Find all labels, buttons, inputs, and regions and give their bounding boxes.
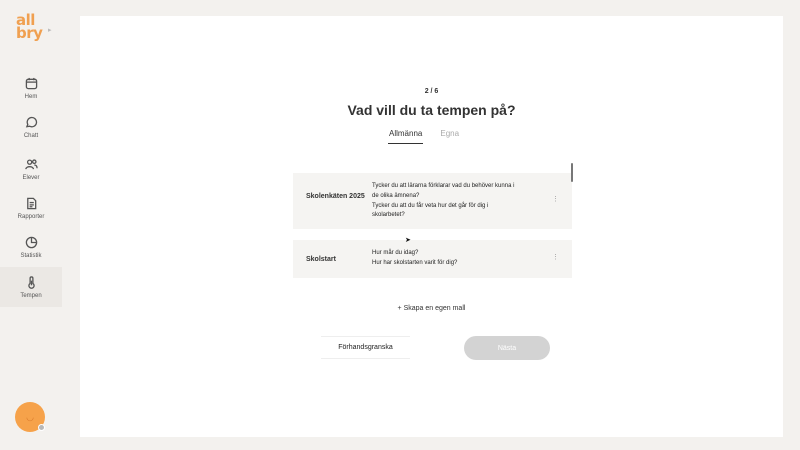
sidebar-item-label: Hem bbox=[24, 93, 38, 100]
more-options-icon[interactable]: ⋮ bbox=[552, 195, 559, 203]
report-icon bbox=[26, 197, 36, 209]
avatar[interactable]: ◡ bbox=[15, 402, 45, 432]
create-template-link[interactable]: + Skapa en egen mall bbox=[80, 305, 783, 312]
thermometer-icon bbox=[27, 275, 35, 289]
avatar-face-icon: ◡ bbox=[26, 411, 34, 422]
scrollbar[interactable] bbox=[571, 163, 573, 182]
sidebar-item-statistik[interactable]: Statistik bbox=[0, 227, 62, 267]
sidebar-item-hem[interactable]: Hem bbox=[0, 68, 62, 108]
sidebar-item-label: Rapporter bbox=[17, 213, 45, 220]
sidebar-item-label: Chatt bbox=[23, 132, 39, 139]
tabs: Allmänna Egna bbox=[388, 127, 460, 144]
preview-button[interactable]: Förhandsgranska bbox=[321, 336, 410, 359]
calendar-icon bbox=[25, 77, 37, 89]
template-question: Tycker du att du får veta hur det går fö… bbox=[372, 202, 489, 219]
mouse-cursor-icon: ➤ bbox=[405, 237, 411, 244]
template-name: Skolenkäten 2025 bbox=[306, 193, 365, 200]
tab-egna[interactable]: Egna bbox=[439, 127, 460, 144]
next-button[interactable]: Nästa bbox=[464, 336, 550, 360]
template-card[interactable]: Skolstart Hur mår du idag? Hur har skols… bbox=[293, 240, 572, 278]
pie-chart-icon bbox=[25, 236, 37, 248]
step-indicator: 2 / 6 bbox=[424, 88, 439, 95]
sidebar-item-rapporter[interactable]: Rapporter bbox=[0, 188, 62, 228]
template-questions: Tycker du att lärarna förklarar vad du b… bbox=[372, 182, 517, 221]
sidebar-item-label: Statistik bbox=[20, 252, 42, 259]
main-panel: 2 / 6 Vad vill du ta tempen på? Allmänna… bbox=[80, 16, 783, 437]
template-question: Tycker du att lärarna förklarar vad du b… bbox=[372, 183, 515, 199]
status-dot bbox=[38, 424, 45, 431]
template-questions: Hur mår du idag? Hur har skolstarten var… bbox=[372, 249, 517, 269]
sidebar-item-chatt[interactable]: Chatt bbox=[0, 107, 62, 147]
users-icon bbox=[24, 158, 38, 169]
page-title: Vad vill du ta tempen på? bbox=[347, 102, 516, 118]
template-question: Hur har skolstarten varit för dig? bbox=[372, 259, 458, 266]
sidebar: all bry ▸ Hem Chatt Elever Rapporter Sta… bbox=[0, 0, 62, 450]
more-options-icon[interactable]: ⋮ bbox=[552, 253, 559, 261]
template-card[interactable]: Skolenkäten 2025 Tycker du att lärarna f… bbox=[293, 173, 572, 229]
sidebar-item-label: Tempen bbox=[20, 292, 42, 299]
allbry-logo[interactable]: all bry bbox=[16, 13, 46, 41]
chevron-right-icon[interactable]: ▸ bbox=[48, 26, 52, 34]
template-name: Skolstart bbox=[306, 256, 336, 263]
template-question: Hur mår du idag? bbox=[372, 250, 419, 256]
sidebar-item-tempen[interactable]: Tempen bbox=[0, 267, 62, 307]
sidebar-item-elever[interactable]: Elever bbox=[0, 149, 62, 189]
sidebar-item-label: Elever bbox=[22, 174, 40, 181]
chat-icon bbox=[25, 116, 37, 128]
tab-allmanna[interactable]: Allmänna bbox=[388, 127, 424, 144]
